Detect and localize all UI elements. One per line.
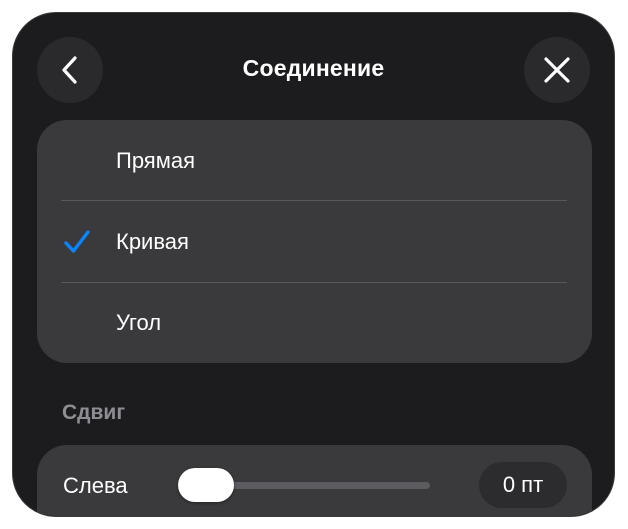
offset-slider-thumb[interactable] [178,468,234,502]
close-icon [544,57,570,83]
screen-background: Соединение Прямая Кривая Угол Сдвиг Слев… [0,0,628,529]
offset-slider-label: Слева [63,473,128,498]
option-label: Угол [116,310,162,335]
close-button[interactable] [524,37,590,103]
option-label: Кривая [116,229,189,254]
offset-slider-card: Слева 0 пт [37,445,592,516]
connection-popover: Соединение Прямая Кривая Угол Сдвиг Слев… [12,12,615,517]
option-label: Прямая [116,148,195,173]
checkmark-icon [64,230,90,253]
offset-value-field[interactable]: 0 пт [479,462,567,508]
option-corner[interactable]: Угол [37,282,592,363]
connection-type-list: Прямая Кривая Угол [37,120,592,363]
option-curve[interactable]: Кривая [37,201,592,282]
option-straight[interactable]: Прямая [37,120,592,201]
offset-section-header: Сдвиг [62,401,126,424]
